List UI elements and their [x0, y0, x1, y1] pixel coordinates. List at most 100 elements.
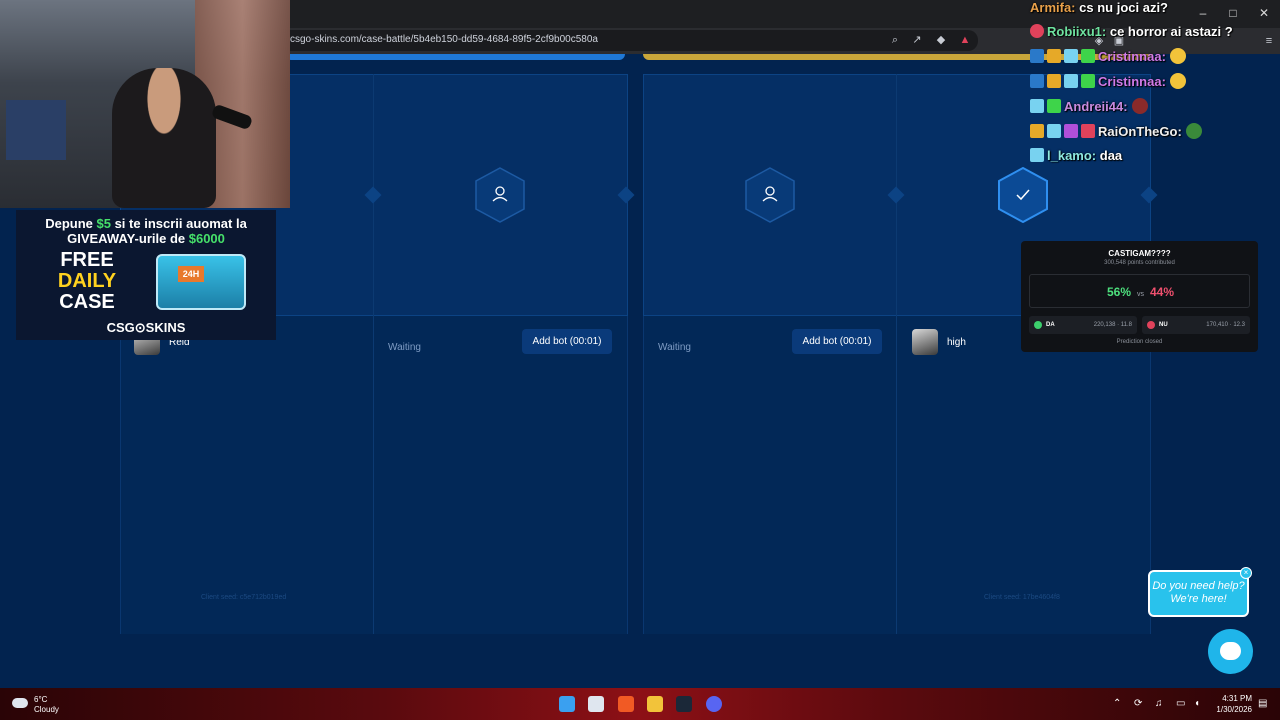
player-name: high [947, 337, 966, 348]
prediction-results: 56% vs 44% [1029, 274, 1250, 308]
start-icon[interactable] [559, 696, 575, 712]
client-seed: Client seed: 17be4604f8 [984, 594, 1060, 601]
chat-text: ce horror ai astazi ? [1109, 24, 1233, 39]
option-dot-icon [1147, 321, 1155, 329]
add-bot-button[interactable]: Add bot (00:01) [522, 329, 612, 354]
slot-divider [373, 74, 374, 634]
weather-condition[interactable]: Cloudy [34, 705, 59, 714]
emote-icon [1169, 48, 1186, 64]
minimize-button[interactable]: – [1193, 4, 1213, 22]
close-window-button[interactable]: ✕ [1254, 4, 1274, 22]
brand-logo: CSG⊙SKINS [106, 320, 186, 335]
brave-browser-icon[interactable] [618, 696, 634, 712]
rewards-icon[interactable]: ▲ [958, 33, 972, 47]
chat-text: daa [1099, 148, 1123, 163]
chat-message: Armifa: cs nu joci azi? [1030, 0, 1168, 20]
crown-badge-icon [1030, 124, 1044, 138]
slot-divider [896, 74, 897, 634]
crown-badge-icon [1047, 49, 1061, 63]
prediction-widget: CASTIGAM???? 300,548 points contributed … [1021, 241, 1258, 352]
prediction-status: Prediction closed [1116, 339, 1163, 345]
chat-username: Robiixu1: [1047, 24, 1107, 39]
promo-banner: Depune $5 si te inscrii auomat la GIVEAW… [16, 210, 276, 340]
emote-icon [1169, 73, 1186, 89]
background-monitor [6, 100, 66, 160]
chat-username: RaiOnTheGo: [1098, 124, 1182, 139]
emote-icon [1185, 123, 1202, 139]
subscriber-badge-icon [1064, 49, 1078, 63]
option-dot-icon [1034, 321, 1042, 329]
network-icon[interactable]: ▭ [1176, 698, 1185, 709]
webcam-overlay [0, 0, 290, 208]
chat-message: Robiixu1: ce horror ai astazi ? [1030, 24, 1233, 44]
task-view-icon[interactable] [588, 696, 604, 712]
file-explorer-icon[interactable] [647, 696, 663, 712]
prediction-option-da: DA 220,138 · 11.8 [1029, 316, 1137, 334]
cloud-icon[interactable] [12, 698, 28, 708]
team-b-drops [643, 316, 1151, 634]
share-icon[interactable]: ↗ [910, 33, 924, 47]
add-bot-button[interactable]: Add bot (00:01) [792, 329, 882, 354]
menu-icon[interactable]: ≡ [1262, 34, 1276, 48]
chat-message: Cristinnaa: [1030, 73, 1186, 93]
crown-badge-icon [1047, 74, 1061, 88]
streamer [112, 68, 216, 208]
moderator-badge-icon [1030, 74, 1044, 88]
subscriber-badge-icon [1064, 74, 1078, 88]
gift-badge-icon [1081, 49, 1095, 63]
gift-badge-icon [1081, 74, 1095, 88]
subscriber-badge-icon [1047, 124, 1061, 138]
clock-date[interactable]: 1/30/2026 [1212, 705, 1252, 714]
chat-message: RaiOnTheGo: [1030, 123, 1202, 143]
chat-text: cs nu joci azi? [1079, 0, 1168, 15]
free-daily-case-text: FREE DAILY CASE [57, 249, 117, 313]
chat-username: Cristinnaa: [1098, 49, 1166, 64]
prediction-option-nu: NU 170,410 · 12.3 [1142, 316, 1250, 334]
prediction-title: CASTIGAM???? [1108, 249, 1171, 258]
chat-message: Cristinnaa: [1030, 48, 1186, 68]
chat-username: Andreii44: [1064, 99, 1128, 114]
notification-icon[interactable]: ▤ [1258, 698, 1267, 709]
tier-badge-icon [1081, 124, 1095, 138]
option-b-percent: 44% [1150, 285, 1175, 299]
maximize-button[interactable]: □ [1223, 4, 1243, 22]
help-bubble[interactable]: Do you need help? We're here! [1148, 570, 1249, 617]
chat-launcher-button[interactable] [1208, 629, 1253, 674]
sync-icon[interactable]: ⟳ [1134, 698, 1142, 709]
chat-username: Armifa: [1030, 0, 1076, 15]
chat-bubble-icon [1220, 642, 1241, 660]
client-seed: Client seed: c5e712b019ed [201, 594, 287, 601]
steam-icon[interactable] [676, 696, 692, 712]
vs-label: vs [1137, 291, 1144, 298]
shield-icon[interactable]: ◆ [934, 33, 948, 47]
chat-message: Andreii44: [1030, 98, 1148, 118]
clock-time[interactable]: 4:31 PM [1218, 694, 1252, 703]
empty-slot-user-icon [475, 167, 525, 223]
gift-badge-icon [1064, 124, 1078, 138]
team-a-drops [120, 316, 628, 634]
weather-temp[interactable]: 6°C [34, 695, 47, 704]
gift-badge-icon [1047, 99, 1061, 113]
emote-icon [1131, 98, 1148, 114]
address-bar[interactable]: csgo-skins.com/case-battle/5b4eb150-dd59… [278, 30, 978, 51]
promo-text: GIVEAWAY-urile de $6000 [67, 231, 225, 246]
volume-icon[interactable]: ◖ [1194, 698, 1200, 709]
close-icon[interactable]: × [1240, 567, 1252, 579]
url-text[interactable]: csgo-skins.com/case-battle/5b4eb150-dd59… [290, 34, 598, 45]
case-image: 24H [156, 254, 246, 310]
subscriber-badge-icon [1030, 99, 1044, 113]
chat-username: Cristinnaa: [1098, 74, 1166, 89]
zoom-icon[interactable]: ⌕ [888, 33, 902, 47]
moderator-badge-icon [1030, 49, 1044, 63]
ready-check-icon [998, 166, 1048, 224]
speaker-icon[interactable]: ♫ [1155, 698, 1163, 709]
empty-slot-user-icon [745, 167, 795, 223]
promo-text: Depune $5 si te inscrii auomat la [45, 216, 247, 231]
windows-taskbar: 6°C Cloudy ⌃ ⟳ ♫ ▭ ◖ 4:31 PM 1/30/2026 ▤ [0, 688, 1280, 720]
prediction-subtitle: 300,548 points contributed [1104, 260, 1175, 266]
chat-message: l_kamo: daa [1030, 148, 1122, 168]
option-a-percent: 56% [1106, 285, 1131, 299]
chat-username: l_kamo: [1047, 148, 1097, 163]
discord-icon[interactable] [706, 696, 722, 712]
chevron-up-icon[interactable]: ⌃ [1113, 698, 1121, 709]
